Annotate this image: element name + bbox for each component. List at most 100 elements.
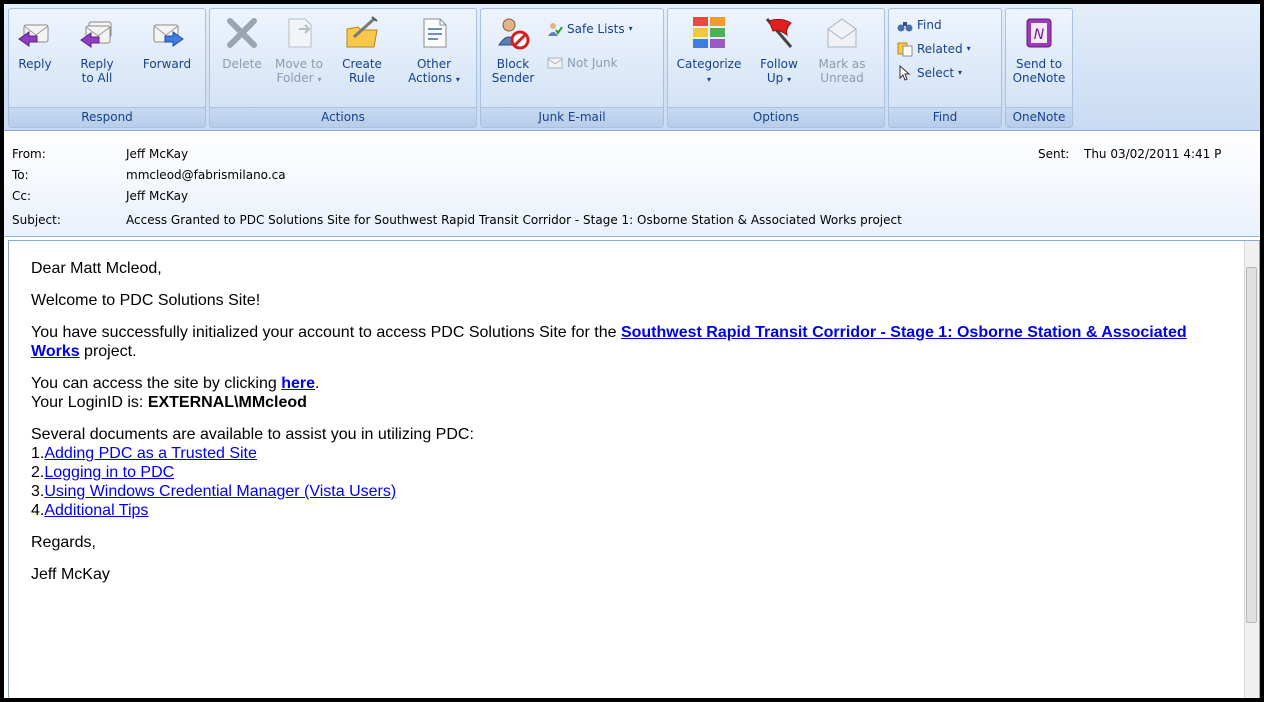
categorize-label: Categorize [676,57,742,71]
to-label: To: [12,168,29,182]
follow-up-button[interactable]: Follow Up ▾ [750,15,808,87]
block-sender-button[interactable]: Block Sender [489,15,537,85]
signature: Jeff McKay [31,566,110,583]
find-label: Find [917,18,942,32]
doc-link-trusted-site[interactable]: Adding PDC as a Trusted Site [44,445,257,462]
reply-all-label-2: to All [81,71,113,85]
move-to-folder-button[interactable]: Move to Folder ▾ [272,15,326,87]
access-text-end: . [315,375,320,392]
to-row: To: mmcleod@fabrismilano.ca [12,166,912,184]
docs-intro: Several documents are available to assis… [31,426,474,443]
mark-as-unread-label-2: Unread [820,71,864,85]
doc-number: 2. [31,464,45,481]
follow-up-flag-icon [761,15,797,51]
subject-value: Access Granted to PDC Solutions Site for… [126,213,902,227]
not-junk-button[interactable]: Not Junk [547,53,618,73]
sent-value: Thu 03/02/2011 4:41 P [1084,147,1222,161]
ribbon: Reply Reply to All Forward Respond Delet… [4,4,1260,131]
actions-group: Delete Move to Folder ▾ Create Rule Othe… [209,8,477,128]
onenote-group-label: OneNote [1006,107,1072,127]
cc-label: Cc: [12,189,32,203]
access-paragraph: You can access the site by clicking here… [31,374,1211,412]
select-button[interactable]: Select ▾ [897,63,962,83]
create-rule-icon [344,15,380,51]
here-link[interactable]: here [281,375,315,392]
not-junk-label: Not Junk [567,56,618,70]
delete-button[interactable]: Delete [220,15,264,71]
other-actions-icon [416,15,452,51]
reply-all-button[interactable]: Reply to All [73,15,121,85]
respond-group: Reply Reply to All Forward Respond [8,8,206,128]
send-to-onenote-button[interactable]: N Send to OneNote [1010,15,1068,85]
select-label: Select [917,66,955,80]
send-to-onenote-label-2: OneNote [1012,71,1066,85]
mark-as-unread-button[interactable]: Mark as Unread [814,15,870,85]
svg-text:N: N [1034,27,1045,43]
doc-link-additional-tips[interactable]: Additional Tips [44,502,148,519]
doc-item: 4.Additional Tips [31,502,148,519]
related-icon [897,41,913,57]
doc-number: 1. [31,445,45,462]
other-actions-label-2: Actions [408,71,452,85]
message-window: Reply Reply to All Forward Respond Delet… [4,4,1260,698]
safe-lists-label: Safe Lists [567,22,625,36]
cc-value[interactable]: Jeff McKay [126,187,188,205]
mark-as-unread-label-1: Mark as [818,57,866,71]
related-label: Related [917,42,963,56]
message-body-pane: Dear Matt Mcleod, Welcome to PDC Solutio… [8,240,1260,698]
reply-all-icon [79,15,115,51]
delete-icon [224,15,260,51]
categorize-button[interactable]: Categorize ▾ [674,15,744,87]
to-value[interactable]: mmcleod@fabrismilano.ca [126,166,286,184]
chevron-down-icon: ▾ [628,24,633,33]
other-actions-label-1: Other [416,57,452,71]
message-header: From: Jeff McKay Sent: Thu 03/02/2011 4:4… [4,131,1260,237]
respond-group-label: Respond [9,107,205,127]
doc-link-logging-in[interactable]: Logging in to PDC [44,464,174,481]
delete-label: Delete [222,57,262,71]
doc-item: 3.Using Windows Credential Manager (Vist… [31,483,396,500]
subject-row: Subject: Access Granted to PDC Solutions… [12,211,1252,229]
greeting: Dear Matt Mcleod, [31,260,162,277]
create-rule-label-1: Create [342,57,382,71]
find-group: Find Related ▾ Select ▾ Find [888,8,1002,128]
junk-email-group: Block Sender Safe Lists ▾ Not Junk ↘ Jun… [480,8,664,128]
options-group: Categorize ▾ Follow Up ▾ Mark as Unread … [667,8,885,128]
chevron-down-icon: ▾ [966,44,971,53]
doc-item: 2.Logging in to PDC [31,464,174,481]
doc-link-credential-manager[interactable]: Using Windows Credential Manager (Vista … [44,483,396,500]
create-rule-label-2: Rule [348,71,376,85]
scrollbar-thumb[interactable] [1246,267,1257,623]
from-row: From: Jeff McKay [12,145,912,163]
actions-group-label: Actions [210,107,476,127]
block-sender-label-1: Block [496,57,530,71]
related-button[interactable]: Related ▾ [897,39,971,59]
find-group-label: Find [889,107,1001,127]
categorize-icon [691,15,727,51]
not-junk-icon [547,55,563,71]
login-id: EXTERNAL\MMcleod [147,394,307,411]
safe-lists-button[interactable]: Safe Lists ▾ [547,19,633,39]
reply-button[interactable]: Reply [15,15,55,71]
doc-item: 1.Adding PDC as a Trusted Site [31,445,257,462]
chevron-down-icon: ▾ [455,75,460,84]
chevron-down-icon: ▾ [317,75,322,84]
options-group-label: Options [668,107,884,127]
forward-icon [149,15,185,51]
regards: Regards, [31,534,96,551]
doc-number: 4. [31,502,45,519]
forward-button[interactable]: Forward [137,15,197,71]
message-body: Dear Matt Mcleod, Welcome to PDC Solutio… [31,259,1211,597]
subject-label: Subject: [12,213,61,227]
select-cursor-icon [897,64,913,81]
other-actions-button[interactable]: Other Actions ▾ [400,15,468,87]
from-label: From: [12,147,46,161]
chevron-down-icon: ▾ [958,68,963,77]
vertical-scrollbar[interactable] [1244,241,1259,698]
junk-email-group-label: Junk E-mail [481,107,663,127]
from-value[interactable]: Jeff McKay [126,145,188,163]
find-button[interactable]: Find [897,15,942,35]
reply-icon [17,15,53,51]
block-sender-label-2: Sender [491,71,535,85]
create-rule-button[interactable]: Create Rule [338,15,386,85]
